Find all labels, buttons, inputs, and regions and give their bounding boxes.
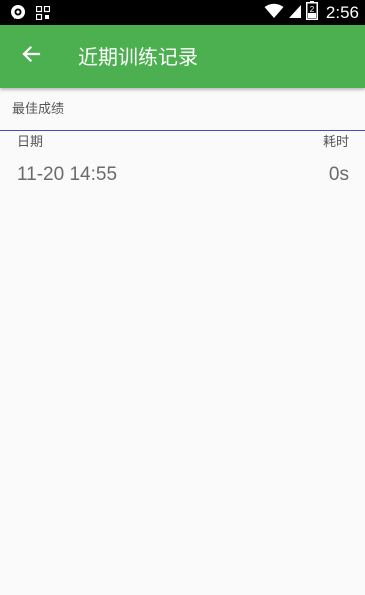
table-row[interactable]: 11-20 14:55 0s — [0, 160, 365, 192]
row-date: 11-20 14:55 — [17, 164, 118, 185]
header-date: 日期 — [17, 135, 44, 150]
status-bar: 2 2:56 — [0, 0, 365, 25]
back-button[interactable] — [14, 39, 48, 73]
arrow-back-icon — [21, 44, 41, 68]
app-bar: 近期训练记录 — [0, 25, 365, 88]
status-left-icons — [10, 4, 51, 24]
battery-icon: 2 — [305, 1, 318, 24]
status-right-icons: 2 2:56 — [264, 1, 359, 24]
header-duration: 耗时 — [322, 135, 349, 150]
wifi-icon — [264, 3, 284, 23]
notification-icon — [10, 4, 26, 24]
qr-grid-icon — [35, 5, 51, 24]
best-score-label: 最佳成绩 — [12, 102, 65, 117]
battery-number: 2 — [310, 5, 315, 14]
row-duration: 0s — [328, 164, 349, 185]
page-title: 近期训练记录 — [78, 45, 198, 69]
table-header: 日期 耗时 — [0, 134, 365, 154]
cell-signal-icon — [288, 3, 302, 23]
section-divider — [0, 130, 365, 131]
status-time: 2:56 — [325, 2, 359, 22]
